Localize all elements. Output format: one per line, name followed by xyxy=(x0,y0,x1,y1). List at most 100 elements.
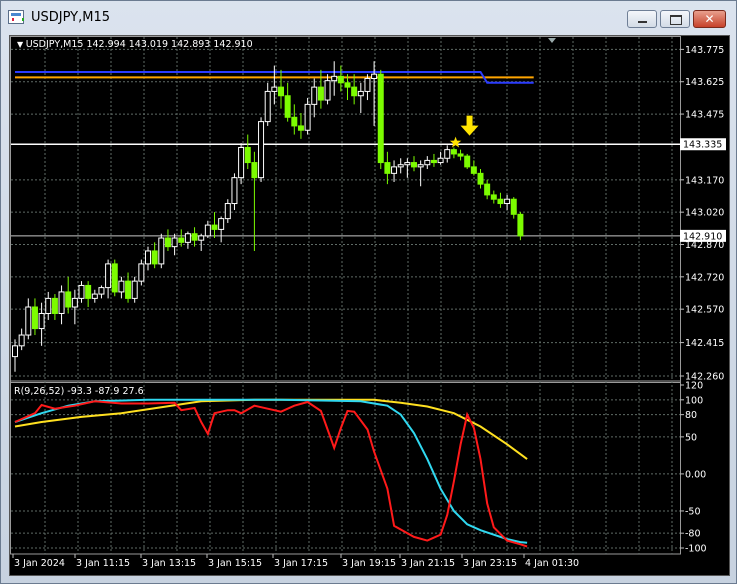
time-axis-label: 4 Jan 01:30 xyxy=(525,558,579,569)
candle-body xyxy=(38,312,45,330)
candle-body xyxy=(65,291,72,308)
candle-body xyxy=(304,103,311,131)
candle-body xyxy=(477,172,484,185)
candle-body xyxy=(397,164,404,168)
indicator-tick-label: -50 xyxy=(685,506,701,517)
close-button[interactable]: ✕ xyxy=(693,10,726,28)
time-axis-label: 3 Jan 2024 xyxy=(14,558,65,569)
candle-body xyxy=(371,73,378,79)
candle-body xyxy=(211,224,218,230)
candle-body xyxy=(244,146,251,164)
candle-body xyxy=(31,306,38,330)
candle-body xyxy=(437,157,444,164)
chart-shift-marker-icon[interactable] xyxy=(548,38,556,43)
candle-body xyxy=(145,250,151,265)
chart-window-icon xyxy=(8,10,24,24)
candle-body xyxy=(278,86,284,97)
candle-body xyxy=(51,297,58,314)
price-tick-label: 142.570 xyxy=(685,305,724,316)
indicator-tick-label: -80 xyxy=(685,529,701,540)
candle-body xyxy=(91,293,98,299)
candle-body xyxy=(118,280,125,293)
price-tick-label: 143.475 xyxy=(685,110,724,121)
time-axis-label: 3 Jan 19:15 xyxy=(342,558,396,569)
price-tick-label: 143.020 xyxy=(685,208,724,219)
price-badge-label: 143.335 xyxy=(683,140,722,151)
candle-body xyxy=(178,237,185,243)
indicator-tick-label: -100 xyxy=(685,544,707,555)
collapse-triangle-icon[interactable]: ▼ xyxy=(17,40,26,49)
candle-body xyxy=(450,149,457,155)
candle-body xyxy=(184,233,191,243)
candle-body xyxy=(45,297,52,314)
candle-body xyxy=(105,263,112,289)
candle-body xyxy=(470,166,477,174)
candle-body xyxy=(231,177,238,205)
candle-body xyxy=(457,153,464,157)
candle-body xyxy=(284,95,291,118)
candle-body xyxy=(297,125,304,131)
candle-body xyxy=(404,162,411,166)
candle-body xyxy=(364,77,371,92)
candle-body xyxy=(125,280,132,299)
candle-body xyxy=(337,75,344,84)
indicator-header: R(9,26,52) -93.3 -87.9 27.6 xyxy=(14,386,144,397)
indicator-tick-label: 0.00 xyxy=(685,469,706,480)
candle-body xyxy=(251,162,258,179)
indicator-tick-label: 80 xyxy=(685,410,697,421)
maximize-button[interactable] xyxy=(660,10,690,28)
candle-body xyxy=(18,334,25,347)
time-axis-label: 3 Jan 21:15 xyxy=(401,558,455,569)
candle-body xyxy=(324,80,331,101)
candle-body xyxy=(291,116,298,127)
candle-body xyxy=(351,86,358,97)
chart-canvas[interactable]: 143.775143.625143.475143.170143.020142.8… xyxy=(10,36,729,575)
chart-area[interactable]: 143.775 143.625 143.475 143.170 143.020 142.8… xyxy=(9,35,730,576)
candle-body xyxy=(517,213,524,237)
candle-body xyxy=(271,86,278,92)
candle-body xyxy=(218,218,225,230)
candle-body xyxy=(191,233,198,241)
price-tick-label: 143.625 xyxy=(685,77,724,88)
minimize-button[interactable] xyxy=(627,10,657,28)
candle-body xyxy=(484,183,491,196)
candle-body xyxy=(504,198,511,205)
candle-body xyxy=(12,345,18,358)
terminal-window: USDJPY,M15 ✕ 143.775 143.625 143.475 143.17… xyxy=(0,0,737,584)
candle-body xyxy=(357,90,364,97)
candle-body xyxy=(111,263,118,293)
time-axis-label: 3 Jan 13:15 xyxy=(142,558,196,569)
candle-body xyxy=(377,73,384,164)
candle-body xyxy=(151,250,158,265)
candle-body xyxy=(344,82,351,88)
candle-body xyxy=(204,224,211,237)
time-axis-label: 3 Jan 17:15 xyxy=(274,558,328,569)
candle-body xyxy=(131,280,138,299)
signal-arrow-icon xyxy=(460,115,479,136)
price-tick-label: 143.775 xyxy=(685,45,724,56)
candle-body xyxy=(391,166,398,174)
candle-body xyxy=(158,237,165,265)
indicator-tick-label: 120 xyxy=(685,381,703,392)
candle-body xyxy=(138,263,145,282)
candle-body xyxy=(264,90,271,123)
candle-body xyxy=(311,86,318,105)
symbol-quote-text: USDJPY,M15 142.994 143.019 142.893 142.9… xyxy=(25,39,253,50)
price-tick-label: 143.170 xyxy=(685,175,724,186)
title-bar[interactable]: USDJPY,M15 ✕ xyxy=(1,1,736,35)
candle-body xyxy=(317,86,324,101)
candle-body xyxy=(98,287,105,295)
candle-body xyxy=(58,291,65,314)
candle-body xyxy=(444,149,451,159)
close-icon: ✕ xyxy=(704,12,715,26)
candle-body xyxy=(424,159,431,166)
window-title: USDJPY,M15 xyxy=(31,10,110,25)
price-tick-label: 142.720 xyxy=(685,272,724,283)
candle-body xyxy=(258,121,265,179)
candle-body xyxy=(85,284,92,299)
time-axis-label: 3 Jan 23:15 xyxy=(463,558,517,569)
candle-body xyxy=(171,237,178,248)
candle-body xyxy=(78,284,85,299)
candle-body xyxy=(25,306,32,336)
candle-body xyxy=(411,162,417,168)
